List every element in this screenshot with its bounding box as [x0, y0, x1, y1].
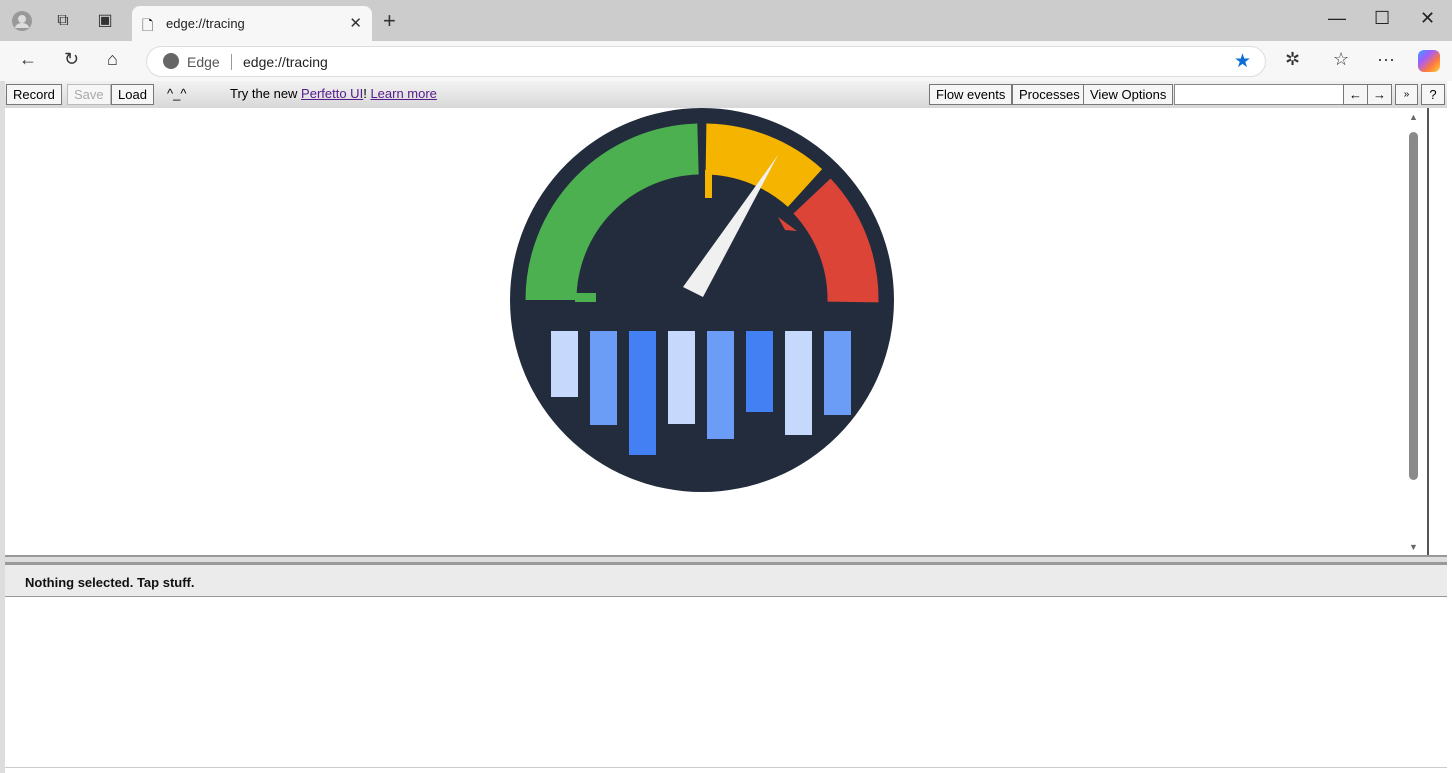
vertical-scrollbar[interactable]: ▲ ▼ [1405, 112, 1422, 552]
details-panel [5, 598, 1447, 768]
search-input[interactable] [1174, 84, 1344, 105]
page-icon: 🗋 [142, 17, 154, 33]
edge-icon [163, 53, 179, 69]
address-bar[interactable]: Edge edge://tracing ★ [146, 46, 1266, 77]
copilot-icon[interactable] [1418, 50, 1440, 72]
address-bar-row: ← ↻ ⌂ Edge edge://tracing ★ ✲ ☆ ··· [0, 41, 1452, 81]
save-button[interactable]: Save [67, 84, 111, 105]
selection-details-header: Nothing selected. Tap stuff. [5, 565, 1447, 597]
workspaces-icon[interactable]: ⧉ [53, 11, 73, 31]
tracing-logo [510, 108, 894, 492]
selection-status: Nothing selected. Tap stuff. [25, 575, 195, 590]
tab-title: edge://tracing [166, 16, 245, 31]
load-button[interactable]: Load [111, 84, 154, 105]
promo-text: Try the new Perfetto UI! Learn more [230, 86, 437, 101]
back-icon[interactable]: ← [19, 49, 37, 70]
close-window-icon[interactable]: ✕ [1420, 8, 1435, 29]
maximize-icon[interactable]: ☐ [1374, 8, 1390, 29]
tab-actions-icon[interactable]: ▣ [95, 11, 115, 31]
url-text[interactable]: edge://tracing [243, 54, 328, 70]
face-text: ^_^ [167, 86, 187, 101]
processes-button[interactable]: Processes [1012, 84, 1087, 105]
learn-more-link[interactable]: Learn more [370, 86, 436, 101]
scroll-down-icon[interactable]: ▼ [1409, 542, 1418, 552]
new-tab-icon[interactable]: + [383, 8, 396, 34]
refresh-icon[interactable]: ↻ [64, 49, 79, 70]
record-button[interactable]: Record [6, 84, 62, 105]
panel-border [1427, 108, 1429, 555]
favorites-icon[interactable]: ☆ [1333, 49, 1349, 70]
favorite-star-icon[interactable]: ★ [1234, 50, 1251, 73]
view-options-button[interactable]: View Options [1083, 84, 1174, 105]
omnibox-label: Edge [187, 54, 220, 70]
next-result-button[interactable]: → [1367, 84, 1392, 105]
prev-result-button[interactable]: ← [1343, 84, 1368, 105]
scrollbar-thumb[interactable] [1409, 132, 1418, 480]
minimize-icon[interactable]: — [1328, 8, 1346, 29]
expand-button[interactable]: » [1395, 84, 1418, 105]
tracing-toolbar: Record Save Load ^_^ Try the new Perfett… [5, 81, 1447, 108]
home-icon[interactable]: ⌂ [107, 49, 118, 70]
tab-strip: ⧉ ▣ 🗋 edge://tracing ✕ + — ☐ ✕ [0, 0, 1452, 42]
promo-prefix: Try the new [230, 86, 302, 101]
scroll-up-icon[interactable]: ▲ [1409, 112, 1418, 122]
profile-icon[interactable] [12, 11, 32, 31]
more-icon[interactable]: ··· [1377, 49, 1395, 70]
promo-bang: ! [363, 86, 367, 101]
perfetto-link[interactable]: Perfetto UI [301, 86, 363, 101]
extensions-icon[interactable]: ✲ [1285, 49, 1300, 70]
close-tab-icon[interactable]: ✕ [349, 14, 362, 32]
tab-tracing[interactable]: 🗋 edge://tracing ✕ [132, 6, 372, 42]
timeline-view [5, 108, 1428, 555]
panel-resize-handle[interactable] [5, 555, 1447, 565]
flow-events-button[interactable]: Flow events [929, 84, 1013, 105]
separator [231, 54, 232, 70]
help-button[interactable]: ? [1421, 84, 1445, 105]
